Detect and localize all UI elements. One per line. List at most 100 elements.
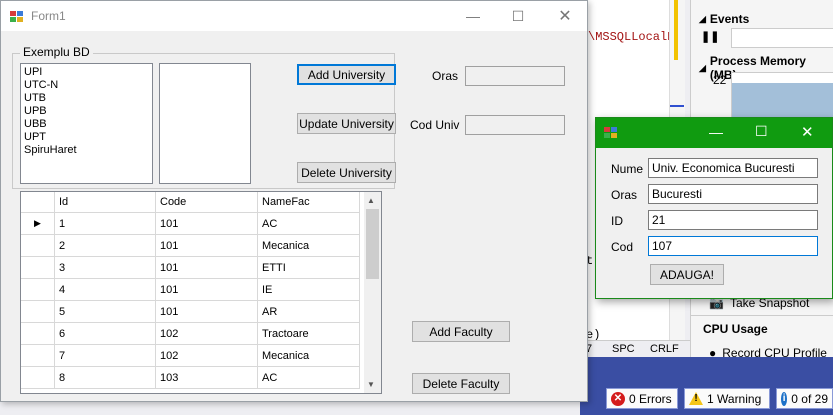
table-cell[interactable]: 101 [155, 212, 258, 235]
table-cell[interactable]: Mecanica [257, 344, 360, 367]
row-header[interactable] [21, 256, 55, 279]
table-row[interactable]: 5 101 AR [21, 300, 360, 323]
table-row[interactable]: 3 101 ETTI [21, 256, 360, 279]
collapse-icon[interactable]: ◢ [699, 14, 706, 25]
adauga-button[interactable]: ADAUGA! [650, 264, 724, 285]
scroll-thumb[interactable] [366, 209, 379, 279]
minimize-icon[interactable]: — [450, 1, 496, 31]
table-cell[interactable]: 102 [155, 322, 258, 345]
id-field[interactable]: 21 [648, 210, 818, 230]
update-university-button[interactable]: Update University [297, 113, 396, 134]
oras-label: Oras [611, 188, 638, 202]
table-row[interactable]: 7 102 Mecanica [21, 344, 360, 367]
add-university-dialog: — ☐ ✕ Nume Univ. Economica Bucuresti Ora… [595, 117, 833, 299]
events-timeline [731, 28, 833, 48]
errors-filter-button[interactable]: ✕ 0 Errors [606, 388, 678, 409]
grid-header-row: Id Code NameFac [21, 192, 360, 213]
scroll-up-icon[interactable]: ▲ [367, 196, 375, 205]
table-cell[interactable]: 4 [54, 278, 156, 301]
oras-input[interactable] [465, 66, 565, 86]
whitespace-indicator: SPC [612, 343, 635, 355]
list-item[interactable]: UPI [21, 66, 152, 79]
table-cell[interactable]: IE [257, 278, 360, 301]
universities-listbox[interactable]: UPI UTC-N UTB UPB UBB UPT SpiruHaret [20, 63, 153, 184]
id-label: ID [611, 214, 623, 228]
pause-icon[interactable]: ❚❚ [701, 30, 721, 48]
list-item[interactable]: SpiruHaret [21, 144, 152, 157]
add-university-button[interactable]: Add University [297, 64, 396, 85]
table-cell[interactable]: 101 [155, 278, 258, 301]
table-cell[interactable]: 101 [155, 256, 258, 279]
delete-university-button[interactable]: Delete University [297, 162, 396, 183]
table-cell[interactable]: 2 [54, 234, 156, 257]
table-row[interactable]: 8 103 AC [21, 366, 360, 389]
close-icon[interactable]: ✕ [801, 123, 814, 141]
list-item[interactable]: UTB [21, 92, 152, 105]
column-header-namefac[interactable]: NameFac [257, 192, 360, 213]
close-icon[interactable]: ✕ [542, 1, 588, 31]
table-cell[interactable]: AC [257, 366, 360, 389]
cpu-usage-heading: CPU Usage [703, 322, 768, 336]
current-row-icon[interactable]: ▶ [21, 212, 55, 235]
messages-filter-button[interactable]: i 0 of 29 [776, 388, 833, 409]
table-cell[interactable]: 103 [155, 366, 258, 389]
maximize-icon[interactable]: ☐ [755, 123, 768, 140]
maximize-icon[interactable]: ☐ [495, 1, 541, 31]
row-header[interactable] [21, 366, 55, 389]
table-cell[interactable]: 102 [155, 344, 258, 367]
list-item[interactable]: UBB [21, 118, 152, 131]
messages-count: 0 of 29 [791, 391, 828, 406]
warnings-count: 1 Warning [707, 391, 762, 406]
cod-field[interactable]: 107 [648, 236, 818, 256]
nume-field[interactable]: Univ. Economica Bucuresti [648, 158, 818, 178]
table-cell[interactable]: Tractoare [257, 322, 360, 345]
table-cell[interactable]: 101 [155, 234, 258, 257]
error-icon: ✕ [611, 391, 625, 406]
table-cell[interactable]: 8 [54, 366, 156, 389]
faculties-listbox[interactable] [159, 63, 251, 184]
grid-vertical-scrollbar[interactable]: ▲ ▼ [364, 192, 381, 393]
cod-univ-input[interactable] [465, 115, 565, 135]
nume-label: Nume [611, 162, 644, 176]
table-cell[interactable]: 1 [54, 212, 156, 235]
table-row[interactable]: 2 101 Mecanica [21, 234, 360, 257]
row-header[interactable] [21, 234, 55, 257]
column-header-code[interactable]: Code [155, 192, 258, 213]
caret-marker [670, 105, 684, 107]
collapse-icon[interactable]: ◢ [699, 63, 706, 74]
row-header[interactable] [21, 300, 55, 323]
warnings-filter-button[interactable]: ! 1 Warning [684, 388, 770, 409]
column-header-id[interactable]: Id [54, 192, 156, 213]
table-cell[interactable]: 101 [155, 300, 258, 323]
table-cell[interactable]: 7 [54, 344, 156, 367]
list-item[interactable]: UTC-N [21, 79, 152, 92]
line-ending-indicator: CRLF [650, 343, 679, 355]
code-line: \MSSQLLocalD [588, 30, 675, 44]
table-cell[interactable]: 5 [54, 300, 156, 323]
list-item[interactable]: UPT [21, 131, 152, 144]
table-cell[interactable]: 6 [54, 322, 156, 345]
warning-icon: ! [689, 392, 703, 405]
table-cell[interactable]: 3 [54, 256, 156, 279]
editor-status-bar: 7 SPC CRLF [580, 340, 690, 357]
table-row[interactable]: 6 102 Tractoare [21, 322, 360, 345]
scroll-down-icon[interactable]: ▼ [367, 380, 375, 389]
list-item[interactable]: UPB [21, 105, 152, 118]
row-header[interactable] [21, 344, 55, 367]
row-header[interactable] [21, 278, 55, 301]
oras-field[interactable]: Bucuresti [648, 184, 818, 204]
add-faculty-button[interactable]: Add Faculty [412, 321, 510, 342]
dialog-titlebar[interactable]: — ☐ ✕ [596, 118, 832, 148]
table-cell[interactable]: AR [257, 300, 360, 323]
table-row[interactable]: 4 101 IE [21, 278, 360, 301]
minimize-icon[interactable]: — [709, 124, 723, 140]
row-header[interactable] [21, 322, 55, 345]
delete-faculty-button[interactable]: Delete Faculty [412, 373, 510, 394]
faculties-grid[interactable]: Id Code NameFac ▶ 1 101 AC 2 101 Mecanica 3 101 E… [20, 191, 382, 394]
table-row[interactable]: ▶ 1 101 AC [21, 212, 360, 235]
table-cell[interactable]: ETTI [257, 256, 360, 279]
divider [691, 315, 833, 316]
table-cell[interactable]: AC [257, 212, 360, 235]
table-cell[interactable]: Mecanica [257, 234, 360, 257]
grid-corner-cell[interactable] [21, 192, 55, 213]
